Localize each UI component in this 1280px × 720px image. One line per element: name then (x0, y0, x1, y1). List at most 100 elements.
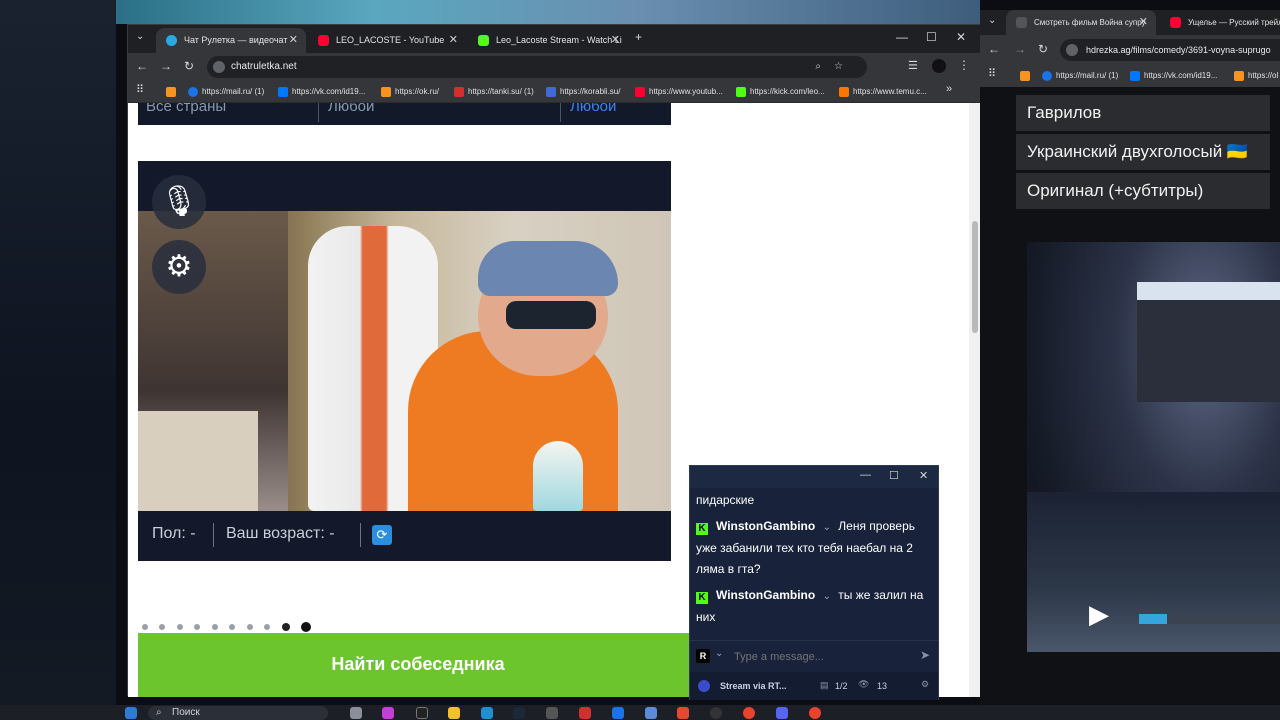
gear-icon[interactable]: ⚙ (921, 679, 929, 690)
reload-icon[interactable]: ↻ (184, 59, 194, 73)
discord-icon[interactable] (776, 707, 788, 719)
bookmark-ok-blank[interactable] (164, 84, 180, 100)
carousel-dot-active[interactable] (301, 621, 312, 632)
terminal-icon[interactable] (416, 707, 428, 719)
task-view-icon[interactable] (350, 707, 362, 719)
chat-minimize-icon[interactable]: — (860, 469, 871, 481)
carousel-dot[interactable] (281, 622, 290, 631)
bookmark-youtube[interactable]: https://www.youtub... (633, 84, 723, 100)
edge-icon[interactable] (481, 707, 493, 719)
more-bookmarks-icon[interactable]: » (946, 83, 952, 95)
app-icon[interactable] (612, 707, 624, 719)
tab-youtube[interactable]: LEO_LACOSTE - YouTube ✕ (308, 28, 466, 53)
chevron-down-icon[interactable]: ⌄ (823, 522, 831, 533)
tab-close-icon[interactable]: ✕ (611, 28, 620, 53)
chat-username[interactable]: WinstonGambino (716, 519, 815, 533)
back-icon[interactable]: ← (136, 59, 148, 73)
player-progress-bar[interactable] (1139, 614, 1280, 624)
bookmark-korabli[interactable]: https://korabli.su/ (544, 84, 620, 100)
bookmark-kick[interactable]: https://kick.com/leo... (734, 84, 825, 100)
site-info-icon[interactable] (1066, 44, 1078, 56)
bookmark-ok[interactable]: https://ol (1232, 68, 1278, 84)
carousel-dot[interactable] (229, 623, 236, 630)
bookmark-ok[interactable]: https://ok.ru/ (379, 84, 439, 100)
back-icon[interactable]: ← (988, 42, 1000, 56)
list-icon[interactable]: ▤ (820, 680, 829, 691)
find-partner-button[interactable]: Найти собеседника (138, 633, 698, 697)
windows-start-icon[interactable] (125, 707, 137, 719)
app-icon[interactable] (546, 707, 558, 719)
menu-kebab-icon[interactable]: ⋮ (958, 58, 970, 72)
tab-search-icon[interactable]: ⌄ (136, 31, 144, 42)
chat-message-input[interactable] (734, 647, 904, 667)
video-player[interactable]: ▶ (1027, 242, 1280, 652)
refresh-icon[interactable]: ⟳ (372, 525, 392, 545)
microphone-button[interactable]: 🎙 (152, 175, 206, 229)
tab-chatruletka[interactable]: Чат Рулетка — видеочат ✕ (156, 28, 306, 53)
chevron-down-icon[interactable]: ⌄ (715, 648, 723, 659)
tab-close-icon[interactable]: ✕ (1139, 10, 1148, 35)
chrome-icon[interactable] (809, 707, 821, 719)
new-tab-button[interactable]: + (635, 30, 642, 44)
forward-icon[interactable]: → (1014, 42, 1026, 56)
carousel-dot[interactable] (211, 623, 218, 630)
media-controls-icon[interactable]: ☰ (908, 59, 918, 72)
carousel-dot[interactable] (142, 623, 148, 630)
obs-icon[interactable] (710, 707, 722, 719)
tab-close-icon[interactable]: ✕ (449, 28, 458, 53)
bookmark-vk[interactable]: https://vk.com/id19... (276, 84, 365, 100)
apps-grid-icon[interactable]: ⠿ (136, 83, 144, 96)
forward-icon[interactable]: → (160, 59, 172, 73)
carousel-dot[interactable] (159, 623, 166, 630)
app-icon[interactable] (645, 707, 657, 719)
bookmark-mail[interactable]: https://mail.ru/ (1) (186, 84, 264, 100)
profile-avatar[interactable] (932, 59, 946, 73)
steam-icon[interactable] (513, 707, 525, 719)
bookmark-tanki[interactable]: https://tanki.su/ (1) (452, 84, 534, 100)
chat-maximize-icon[interactable]: ☐ (889, 469, 899, 482)
carousel-dot[interactable] (194, 623, 201, 630)
taskbar-search[interactable]: ⌕ Поиск (148, 706, 328, 720)
tab-youtube-trailer[interactable]: Ущелье — Русский трейл (1160, 10, 1280, 35)
dub-option[interactable]: Оригинал (+субтитры) (1016, 173, 1270, 209)
file-explorer-icon[interactable] (448, 707, 460, 719)
tab-kick[interactable]: Leo_Lacoste Stream - Watch Li ✕ (468, 28, 628, 53)
platform-select-icon[interactable]: R (696, 649, 710, 663)
tab-hdrezka[interactable]: Смотреть фильм Война супру ✕ (1006, 10, 1156, 35)
dub-option[interactable]: Украинский двухголосый 🇺🇦 (1016, 134, 1270, 170)
carousel-dot[interactable] (246, 623, 253, 630)
chrome-icon[interactable] (743, 707, 755, 719)
scrollbar-thumb[interactable] (972, 221, 978, 333)
tanki-app-icon[interactable] (579, 707, 591, 719)
play-icon[interactable]: ▶ (1089, 599, 1109, 630)
send-icon[interactable]: ➤ (920, 648, 930, 662)
chevron-down-icon[interactable]: ⌄ (823, 591, 831, 602)
dub-option[interactable]: Гаврилов (1016, 95, 1270, 131)
app-icon[interactable] (677, 707, 689, 719)
bookmark-ok-blank[interactable] (1018, 68, 1034, 84)
carousel-dot[interactable] (176, 623, 183, 630)
minimize-icon[interactable]: — (896, 30, 908, 44)
maximize-icon[interactable]: ☐ (926, 30, 937, 44)
bookmark-vk[interactable]: https://vk.com/id19... (1128, 68, 1217, 84)
address-bar-right[interactable]: hdrezka.ag/films/comedy/3691-voyna-supru… (1060, 39, 1280, 61)
settings-button[interactable]: ⚙ (152, 240, 206, 294)
reload-icon[interactable]: ↻ (1038, 42, 1048, 56)
site-info-icon[interactable] (213, 61, 225, 73)
close-window-icon[interactable]: ✕ (956, 30, 966, 44)
copilot-icon[interactable] (382, 707, 394, 719)
bookmark-temu[interactable]: https://www.temu.c... (837, 84, 927, 100)
tab-search-icon[interactable]: ⌄ (988, 15, 996, 26)
country-filter[interactable]: Все страны (146, 103, 226, 115)
carousel-dot[interactable] (264, 623, 271, 630)
chat-close-icon[interactable]: ✕ (919, 469, 928, 482)
apps-grid-icon[interactable]: ⠿ (988, 67, 996, 80)
bookmark-mail[interactable]: https://mail.ru/ (1) (1040, 68, 1118, 84)
gender-filter[interactable]: Любой (328, 103, 374, 115)
bookmark-star-icon[interactable]: ☆ (834, 56, 843, 78)
zoom-icon[interactable]: ⌕ (815, 56, 821, 78)
tab-close-icon[interactable]: ✕ (289, 28, 298, 53)
chat-username[interactable]: WinstonGambino (716, 588, 815, 602)
age-filter[interactable]: Любой (570, 103, 616, 115)
address-bar[interactable]: chatruletka.net ⌕ ☆ (207, 56, 867, 78)
